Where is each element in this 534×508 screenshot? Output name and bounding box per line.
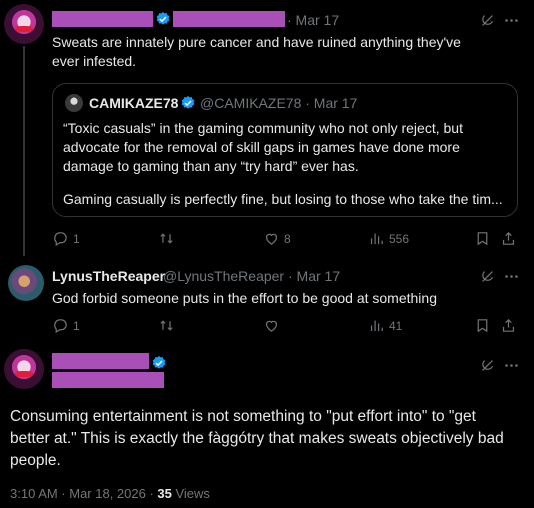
redacted-display-name: [52, 353, 149, 369]
reply-button[interactable]: 1: [52, 230, 80, 247]
like-icon: [265, 233, 278, 245]
more-icon[interactable]: [503, 12, 520, 34]
tweet-text: Consuming entertainment is not something…: [10, 408, 504, 469]
quote-text-paragraph-2: Gaming casually is perfectly fine, but l…: [63, 191, 503, 207]
tweet-timestamp[interactable]: 3:10 AM · Mar 18, 2026 ·: [10, 486, 157, 501]
share-icon: [502, 231, 515, 245]
quote-avatar: [65, 94, 83, 112]
share-button[interactable]: [500, 317, 517, 334]
share-button[interactable]: [500, 230, 517, 247]
quote-handle: @CAMIKAZE78 · Mar 17: [200, 95, 358, 111]
bookmark-icon: [477, 319, 488, 333]
share-icon: [502, 318, 515, 332]
retweet-icon: [160, 233, 173, 244]
views-count: 41: [389, 318, 403, 333]
like-icon: [265, 320, 278, 332]
like-count: 8: [284, 231, 291, 246]
verified-badge-icon: [156, 12, 170, 25]
verified-badge-icon: [152, 356, 166, 369]
views-count: 556: [389, 231, 410, 246]
redacted-handle: [52, 372, 164, 388]
verified-badge-icon: [181, 96, 195, 109]
views-count: 35: [157, 486, 172, 501]
reply-count: 1: [73, 318, 80, 333]
tweet-meta: 3:10 AM · Mar 18, 2026 · 35 Views: [10, 486, 210, 501]
author-handle[interactable]: @LynusTheReaper · Mar 17: [163, 268, 340, 284]
reply-button[interactable]: 1: [52, 317, 80, 334]
redacted-handle: [173, 11, 285, 27]
author-name[interactable]: LynusTheReaper: [52, 268, 165, 284]
bookmark-button[interactable]: [474, 317, 491, 334]
reply-icon: [54, 232, 67, 246]
avatar[interactable]: [4, 4, 44, 44]
quote-text-paragraph-1: “Toxic casuals” in the gaming community …: [63, 120, 463, 174]
more-icon[interactable]: [503, 268, 520, 290]
views-label: Views: [171, 486, 210, 501]
redacted-display-name: [52, 11, 153, 27]
thread-line: [23, 46, 25, 256]
grok-icon[interactable]: [479, 12, 496, 34]
bookmark-icon: [477, 232, 488, 246]
views-button[interactable]: 556: [368, 230, 409, 247]
reply-count: 1: [73, 231, 80, 246]
retweet-button[interactable]: [158, 230, 175, 247]
tweet-text: Sweats are innately pure cancer and have…: [52, 34, 461, 69]
like-button[interactable]: [263, 317, 280, 334]
grok-icon[interactable]: [479, 357, 496, 379]
views-icon: [370, 233, 383, 245]
retweet-icon: [160, 320, 173, 331]
avatar[interactable]: [4, 349, 44, 389]
tweet-text: God forbid someone puts in the effort to…: [52, 290, 437, 306]
reply-icon: [54, 319, 67, 333]
views-icon: [370, 320, 383, 332]
bookmark-button[interactable]: [474, 230, 491, 247]
avatar[interactable]: [8, 265, 44, 301]
retweet-button[interactable]: [158, 317, 175, 334]
more-icon[interactable]: [503, 357, 520, 379]
grok-icon[interactable]: [479, 268, 496, 290]
quote-author-name: CAMIKAZE78: [89, 95, 179, 111]
views-button[interactable]: 41: [368, 317, 402, 334]
tweet-date[interactable]: · Mar 17: [287, 12, 339, 28]
like-button[interactable]: 8: [263, 230, 291, 247]
